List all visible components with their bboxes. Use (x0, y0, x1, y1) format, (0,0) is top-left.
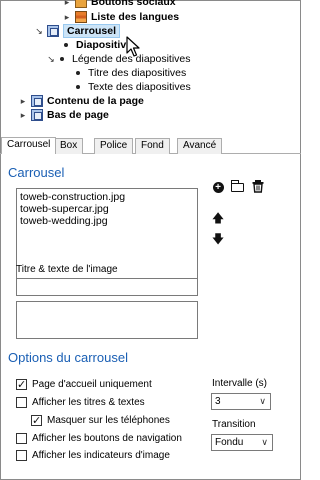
list-item[interactable]: toweb-construction.jpg (20, 191, 194, 203)
arrow-down-icon: 🡇 (211, 232, 225, 246)
bullet-icon (76, 85, 80, 89)
tree-node-slide-text[interactable]: Texte des diapositives (76, 80, 191, 94)
checkbox-label: Afficher les titres & textes (32, 396, 145, 408)
tree-node-carousel[interactable]: ↘ Carrousel (34, 24, 121, 38)
tree-node-label: Diapositive (76, 39, 133, 51)
bullet-icon (64, 43, 68, 47)
add-image-button[interactable]: + (211, 180, 225, 194)
bullet-icon (76, 71, 80, 75)
carousel-section-title: Carrousel (8, 165, 65, 180)
open-folder-button[interactable] (230, 179, 244, 194)
chevron-down-icon: ∨ (259, 396, 266, 406)
checkbox-label: Page d'accueil uniquement (32, 378, 152, 390)
tree-node-social-buttons[interactable]: ▸ Boutons sociaux (62, 0, 176, 9)
folder-icon (230, 179, 244, 192)
trash-icon (255, 180, 261, 182)
checkbox-indicators[interactable]: Afficher les indicateurs d'image (16, 448, 170, 462)
tree-node-label: Liste des langues (91, 11, 180, 23)
tree-node-page-content[interactable]: ▸ Contenu de la page (18, 94, 144, 108)
checkbox-hide-phones[interactable]: Masquer sur les téléphones (31, 413, 170, 427)
bullet-icon (60, 57, 64, 61)
transition-value: Fondu (215, 437, 244, 448)
mouse-cursor-icon (126, 36, 140, 57)
move-up-button[interactable]: 🡅 (211, 211, 225, 225)
checkbox[interactable] (31, 414, 42, 427)
plus-circle-icon: + (212, 181, 224, 193)
move-down-button[interactable]: 🡇 (211, 232, 225, 246)
caption-title-input[interactable] (16, 278, 198, 296)
tab-bar: Carrousel Box Police Fond Avancé (0, 137, 301, 154)
delete-image-button[interactable] (251, 179, 265, 193)
interval-value: 3 (215, 396, 221, 407)
checkbox-show-titles[interactable]: Afficher les titres & textes (16, 395, 145, 409)
list-item[interactable]: toweb-wedding.jpg (20, 215, 194, 227)
tree-node-label: Contenu de la page (47, 95, 144, 107)
expand-arrow-icon[interactable]: ▸ (62, 12, 72, 22)
tree-node-slide-caption[interactable]: ↘ Légende des diapositives (46, 52, 190, 66)
filmstrip-icon (47, 25, 59, 37)
list-item[interactable]: toweb-supercar.jpg (20, 203, 194, 215)
tab-advanced[interactable]: Avancé (177, 138, 223, 154)
options-section-title: Options du carrousel (8, 350, 128, 365)
tab-carousel[interactable]: Carrousel (1, 137, 57, 154)
checkbox[interactable] (16, 378, 27, 391)
checkbox[interactable] (16, 449, 27, 461)
checkbox-label: Masquer sur les téléphones (47, 414, 170, 426)
tab-background[interactable]: Fond (135, 138, 170, 154)
tree-node-label: Texte des diapositives (88, 81, 191, 93)
caption-label: Titre & texte de l'image (16, 264, 118, 275)
tab-font[interactable]: Police (94, 138, 134, 154)
tree-node-label: Titre des diapositives (88, 67, 187, 79)
tree-view[interactable]: ▸ Boutons sociaux ▸ Liste des langues ↘ … (0, 0, 301, 134)
caption-text-input[interactable] (16, 301, 198, 339)
interval-label: Intervalle (s) (212, 378, 268, 389)
chevron-down-icon: ∨ (261, 437, 268, 447)
social-icon (75, 0, 87, 8)
tree-node-language-list[interactable]: ▸ Liste des langues (62, 10, 179, 24)
transition-select[interactable]: Fondu ∨ (211, 434, 273, 451)
interval-select[interactable]: 3 ∨ (211, 393, 271, 410)
expand-arrow-icon[interactable]: ▸ (18, 110, 28, 120)
arrow-up-icon: 🡅 (211, 211, 225, 225)
collapse-arrow-icon[interactable]: ↘ (46, 54, 56, 64)
carousel-panel: Carrousel toweb-construction.jpg toweb-s… (0, 154, 301, 480)
tab-box[interactable]: Box (54, 138, 84, 154)
expand-arrow-icon[interactable]: ▸ (18, 96, 28, 106)
checkbox[interactable] (16, 396, 27, 408)
tree-node-label: Boutons sociaux (91, 0, 176, 8)
books-icon (75, 11, 87, 23)
checkbox-label: Afficher les indicateurs d'image (32, 449, 170, 461)
tree-node-slide-title[interactable]: Titre des diapositives (76, 66, 186, 80)
checkbox-home-only[interactable]: Page d'accueil uniquement (16, 377, 152, 391)
transition-label: Transition (212, 419, 256, 430)
filmstrip-icon (31, 109, 43, 121)
expand-arrow-icon[interactable]: ▸ (62, 0, 72, 7)
checkbox[interactable] (16, 432, 27, 444)
filmstrip-icon (31, 95, 43, 107)
tree-node-slide[interactable]: Diapositive (64, 38, 132, 52)
tree-node-label: Bas de page (47, 109, 109, 121)
tree-node-label: Carrousel (63, 24, 121, 38)
tree-node-footer[interactable]: ▸ Bas de page (18, 108, 109, 122)
collapse-arrow-icon[interactable]: ↘ (34, 26, 44, 36)
checkbox-label: Afficher les boutons de navigation (32, 432, 182, 444)
checkbox-nav-buttons[interactable]: Afficher les boutons de navigation (16, 431, 182, 445)
